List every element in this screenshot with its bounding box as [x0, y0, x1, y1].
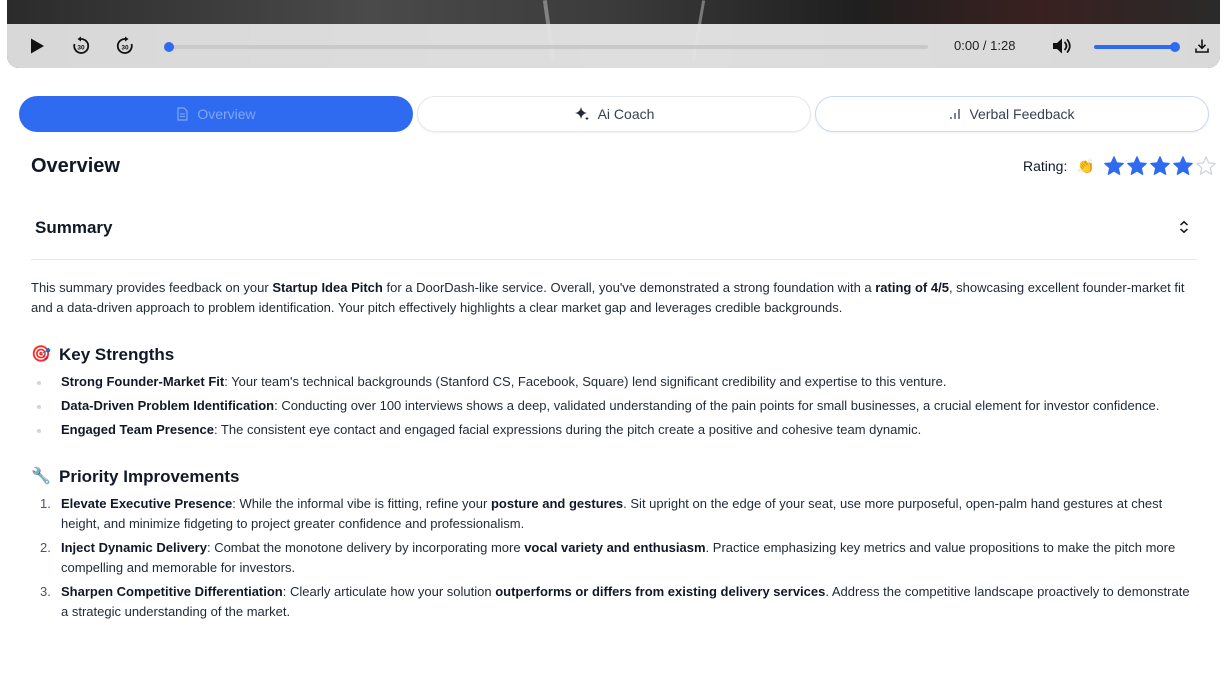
sparkle-icon: [574, 106, 590, 122]
chevron-up-down-icon[interactable]: [1179, 220, 1189, 239]
rating-stars: [1103, 155, 1217, 177]
volume-slider[interactable]: [1094, 42, 1180, 52]
rewind-30-button[interactable]: 30: [63, 24, 99, 68]
play-button[interactable]: [19, 24, 55, 68]
page-title: Overview: [31, 155, 120, 177]
star-filled-icon[interactable]: [1103, 155, 1125, 177]
volume-handle[interactable]: [1170, 42, 1180, 52]
download-icon: [1195, 39, 1209, 53]
tab-overview[interactable]: Overview: [19, 96, 413, 132]
seek-handle[interactable]: [164, 42, 174, 52]
volume-level: [1094, 45, 1176, 49]
list-item: Data-Driven Problem Identification: Cond…: [37, 396, 1197, 416]
priority-improvements-list: 1. Elevate Executive Presence: While the …: [31, 494, 1197, 622]
svg-text:30: 30: [121, 45, 129, 52]
rewind-30-icon: 30: [73, 36, 90, 54]
rating: Rating: 👏: [1023, 154, 1217, 178]
list-item: 3. Sharpen Competitive Differentiation: C…: [40, 584, 1190, 619]
wrench-icon: 🔧: [31, 468, 51, 485]
list-item: 2. Inject Dynamic Delivery: Combat the mo…: [40, 540, 1176, 575]
tab-label: Overview: [197, 106, 256, 122]
svg-text:30: 30: [77, 45, 85, 52]
star-filled-icon[interactable]: [1149, 155, 1171, 177]
star-filled-icon[interactable]: [1172, 155, 1194, 177]
tab-ai-coach[interactable]: Ai Coach: [417, 96, 811, 132]
volume-button[interactable]: [1045, 24, 1079, 68]
volume-icon: [1053, 38, 1071, 54]
time-display: 0:00 / 1:28: [954, 38, 1016, 53]
tab-verbal-feedback[interactable]: Verbal Feedback: [815, 96, 1209, 132]
forward-30-button[interactable]: 30: [107, 24, 143, 68]
tab-label: Verbal Feedback: [969, 106, 1075, 122]
list-item: Engaged Team Presence: The consistent ey…: [37, 420, 1197, 440]
seek-bar[interactable]: [164, 42, 928, 52]
bar-chart-icon: [949, 108, 961, 120]
key-strengths-heading: 🎯 Key Strengths: [31, 345, 1197, 365]
summary-content: This summary provides feedback on your S…: [31, 278, 1197, 626]
clapping-hands-icon: 👏: [1077, 157, 1095, 174]
priority-improvements-heading: 🔧 Priority Improvements: [31, 467, 1197, 487]
list-item-text: Sharpen Competitive Differentiation: Cle…: [61, 584, 1190, 619]
summary-accordion-header[interactable]: Summary: [31, 208, 1197, 260]
key-strengths-list: Strong Founder-Market Fit: Your team's t…: [31, 372, 1197, 440]
target-icon: 🎯: [31, 346, 51, 363]
section-title: Priority Improvements: [59, 467, 240, 486]
download-button[interactable]: [1187, 24, 1217, 68]
play-icon: [31, 38, 44, 54]
forward-30-icon: 30: [116, 36, 133, 54]
star-empty-icon[interactable]: [1195, 155, 1217, 177]
video-player[interactable]: 30 30 0:00 / 1:28: [7, 0, 1220, 68]
player-controls: 30 30 0:00 / 1:28: [7, 24, 1220, 68]
document-icon: [176, 107, 189, 121]
video-frame: [7, 0, 1220, 24]
summary-intro: This summary provides feedback on your S…: [31, 280, 1185, 315]
section-title: Key Strengths: [59, 345, 175, 364]
list-item: Strong Founder-Market Fit: Your team's t…: [37, 372, 1197, 392]
summary-title: Summary: [35, 218, 113, 237]
list-item-text: Inject Dynamic Delivery: Combat the mono…: [61, 540, 1176, 575]
star-filled-icon[interactable]: [1126, 155, 1148, 177]
list-item: 1. Elevate Executive Presence: While the …: [40, 496, 1163, 531]
rating-label: Rating:: [1023, 158, 1068, 174]
tab-label: Ai Coach: [597, 106, 655, 122]
list-item-text: Elevate Executive Presence: While the in…: [61, 496, 1163, 531]
